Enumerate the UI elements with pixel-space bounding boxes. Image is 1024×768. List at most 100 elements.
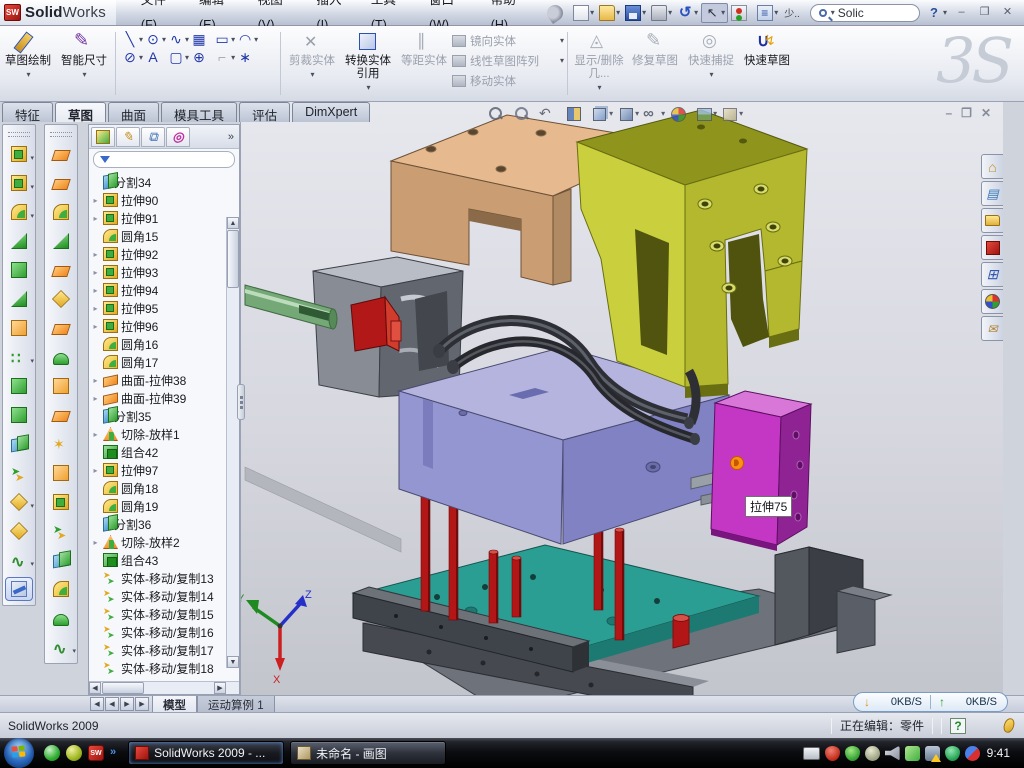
- dropdown-caret-icon[interactable]: ▾: [82, 70, 86, 79]
- dropdown-caret-icon[interactable]: ▾: [668, 8, 672, 17]
- panel-overflow[interactable]: »: [228, 131, 237, 143]
- tree-item[interactable]: ▸ 组合43: [91, 551, 239, 569]
- ribbon-tab[interactable]: 评估: [239, 102, 290, 122]
- doc-minimize-button[interactable]: –: [945, 106, 952, 120]
- doc-close-button[interactable]: ✕: [981, 106, 991, 120]
- dropdown-caret-icon[interactable]: ▾: [560, 56, 564, 65]
- scroll-down-icon[interactable]: ▼: [227, 656, 239, 668]
- status-help-icon[interactable]: ?: [950, 718, 966, 734]
- previous-view[interactable]: ▾: [539, 105, 561, 122]
- move-body[interactable]: ▾: [5, 403, 33, 427]
- dropdown-caret-icon[interactable]: ▾: [616, 8, 620, 17]
- tree-item[interactable]: ▸ 分割35: [91, 407, 239, 425]
- dropdown-caret-icon[interactable]: ▾: [30, 183, 34, 191]
- extruded-surface[interactable]: ▾: [47, 142, 75, 166]
- task-solidworks[interactable]: SolidWorks 2009 - ...: [128, 741, 284, 765]
- expand-arrow-icon[interactable]: ▸: [91, 304, 100, 313]
- tree-vertical-scrollbar[interactable]: ▲ ▼: [226, 217, 239, 668]
- dropdown-caret-icon[interactable]: ▾: [254, 35, 258, 44]
- dropdown-caret-icon[interactable]: ▾: [560, 36, 564, 45]
- dropdown-caret-icon[interactable]: ▾: [739, 109, 743, 118]
- tree-horizontal-scrollbar[interactable]: ◀ ▶: [89, 681, 239, 694]
- revolved-boss[interactable]: ▾: [5, 171, 33, 195]
- dropdown-caret-icon[interactable]: ▾: [310, 70, 314, 79]
- shell[interactable]: ▾: [5, 258, 33, 282]
- dropdown-caret-icon[interactable]: ▾: [609, 109, 613, 118]
- line[interactable]: ╲ ▾: [121, 30, 144, 48]
- thicken[interactable]: ▾: [47, 606, 75, 630]
- tray-security-alert-icon[interactable]: [825, 746, 840, 761]
- model-3d-view[interactable]: X Y Z: [241, 102, 1004, 695]
- section-view[interactable]: ▾: [565, 105, 587, 122]
- expand-arrow-icon[interactable]: ▸: [91, 538, 100, 547]
- dropdown-caret-icon[interactable]: ▾: [30, 212, 34, 220]
- scroll-up-icon[interactable]: ▲: [227, 217, 239, 229]
- panel-splitter[interactable]: [237, 384, 245, 420]
- new-document[interactable]: ▾: [571, 3, 596, 23]
- dropdown-caret-icon[interactable]: ▾: [30, 154, 34, 162]
- untrim-surface[interactable]: ▾: [47, 490, 75, 514]
- fillet[interactable]: ▾: [5, 200, 33, 224]
- file-explorer[interactable]: [981, 208, 1003, 233]
- spline[interactable]: ∿ ▾: [167, 30, 190, 48]
- revolved-surface[interactable]: ▾: [47, 171, 75, 195]
- expand-arrow-icon[interactable]: ▸: [91, 394, 100, 403]
- hide-show-items[interactable]: ▾: [643, 105, 665, 122]
- design-library[interactable]: [981, 181, 1003, 206]
- perimeter-circle[interactable]: ⊕ ▾: [190, 48, 213, 66]
- save[interactable]: ▾: [623, 3, 648, 23]
- view-orientation[interactable]: ▾: [591, 105, 613, 122]
- reference-geometry[interactable]: ▾: [5, 490, 33, 514]
- slot[interactable]: ▢ ▾: [167, 48, 190, 66]
- linear-pattern[interactable]: ▾: [5, 345, 33, 369]
- dropdown-caret-icon[interactable]: ▾: [139, 53, 143, 62]
- tray-volume-icon[interactable]: [885, 746, 900, 761]
- graphics-area[interactable]: X Y Z ▾ ▾: [240, 102, 1003, 695]
- dropdown-caret-icon[interactable]: ▾: [231, 35, 235, 44]
- tree-item[interactable]: ▸ 拉伸90: [91, 191, 239, 209]
- yoke-bracket[interactable]: [577, 110, 807, 398]
- ruled-surface[interactable]: ▾: [47, 403, 75, 427]
- open[interactable]: ▾: [597, 3, 622, 23]
- dropdown-caret-icon[interactable]: ▾: [661, 109, 665, 118]
- minimize-button[interactable]: –: [953, 5, 970, 20]
- sketch-button[interactable]: 草图绘制▾: [0, 26, 56, 101]
- dropdown-caret-icon[interactable]: ▾: [26, 70, 30, 79]
- tree-item[interactable]: ▸ 圆角16: [91, 335, 239, 353]
- tray-network-warning-icon[interactable]: [925, 746, 940, 761]
- scrollbar-thumb[interactable]: [227, 230, 239, 288]
- solidworks-content[interactable]: [981, 235, 1003, 260]
- expand-arrow-icon[interactable]: ▸: [91, 196, 100, 205]
- select[interactable]: ↖ ▾: [701, 3, 728, 23]
- expand-arrow-icon[interactable]: ▸: [91, 214, 100, 223]
- dropdown-caret-icon[interactable]: ▾: [774, 8, 778, 17]
- tab-dimxpertmanager[interactable]: [166, 127, 190, 147]
- tab-propertymanager[interactable]: [116, 127, 140, 147]
- support-rail[interactable]: [775, 547, 891, 653]
- search-input[interactable]: Solic: [838, 6, 864, 20]
- dropdown-caret-icon[interactable]: ▾: [185, 53, 189, 62]
- tree-item[interactable]: ▸ 圆角18: [91, 479, 239, 497]
- offset-surface[interactable]: ▾: [47, 345, 75, 369]
- ribbon-tab[interactable]: 特征: [2, 102, 53, 122]
- dropdown-caret-icon[interactable]: ▾: [30, 357, 34, 365]
- extend-surface[interactable]: ▾: [47, 519, 75, 543]
- start-button[interactable]: [4, 738, 34, 768]
- tree-item[interactable]: ▸ 实体-移动/复制14: [91, 587, 239, 605]
- tag-icon[interactable]: [1002, 717, 1017, 735]
- tree-item[interactable]: ▸ 分割36: [91, 515, 239, 533]
- undo[interactable]: ↺ ▾: [675, 3, 700, 23]
- tree-item[interactable]: ▸ 实体-移动/复制17: [91, 641, 239, 659]
- tree-item[interactable]: ▸ 圆角17: [91, 353, 239, 371]
- trim-surface[interactable]: ▾: [47, 548, 75, 572]
- ribbon-tab[interactable]: DimXpert: [292, 102, 370, 122]
- mirror-entities[interactable]: 镜向实体 ▾: [452, 32, 564, 49]
- tree-item[interactable]: ▸ 拉伸97: [91, 461, 239, 479]
- display-delete-relations-button[interactable]: 显示/删除几...▾: [571, 26, 627, 101]
- locating-pin[interactable]: [673, 615, 689, 649]
- apply-scene[interactable]: ▾: [695, 105, 717, 122]
- tray-sync-icon[interactable]: [965, 746, 980, 761]
- close-button[interactable]: ✕: [999, 5, 1016, 20]
- tree-item[interactable]: ▸ 圆角15: [91, 227, 239, 245]
- rectangle[interactable]: ▭ ▾: [213, 30, 236, 48]
